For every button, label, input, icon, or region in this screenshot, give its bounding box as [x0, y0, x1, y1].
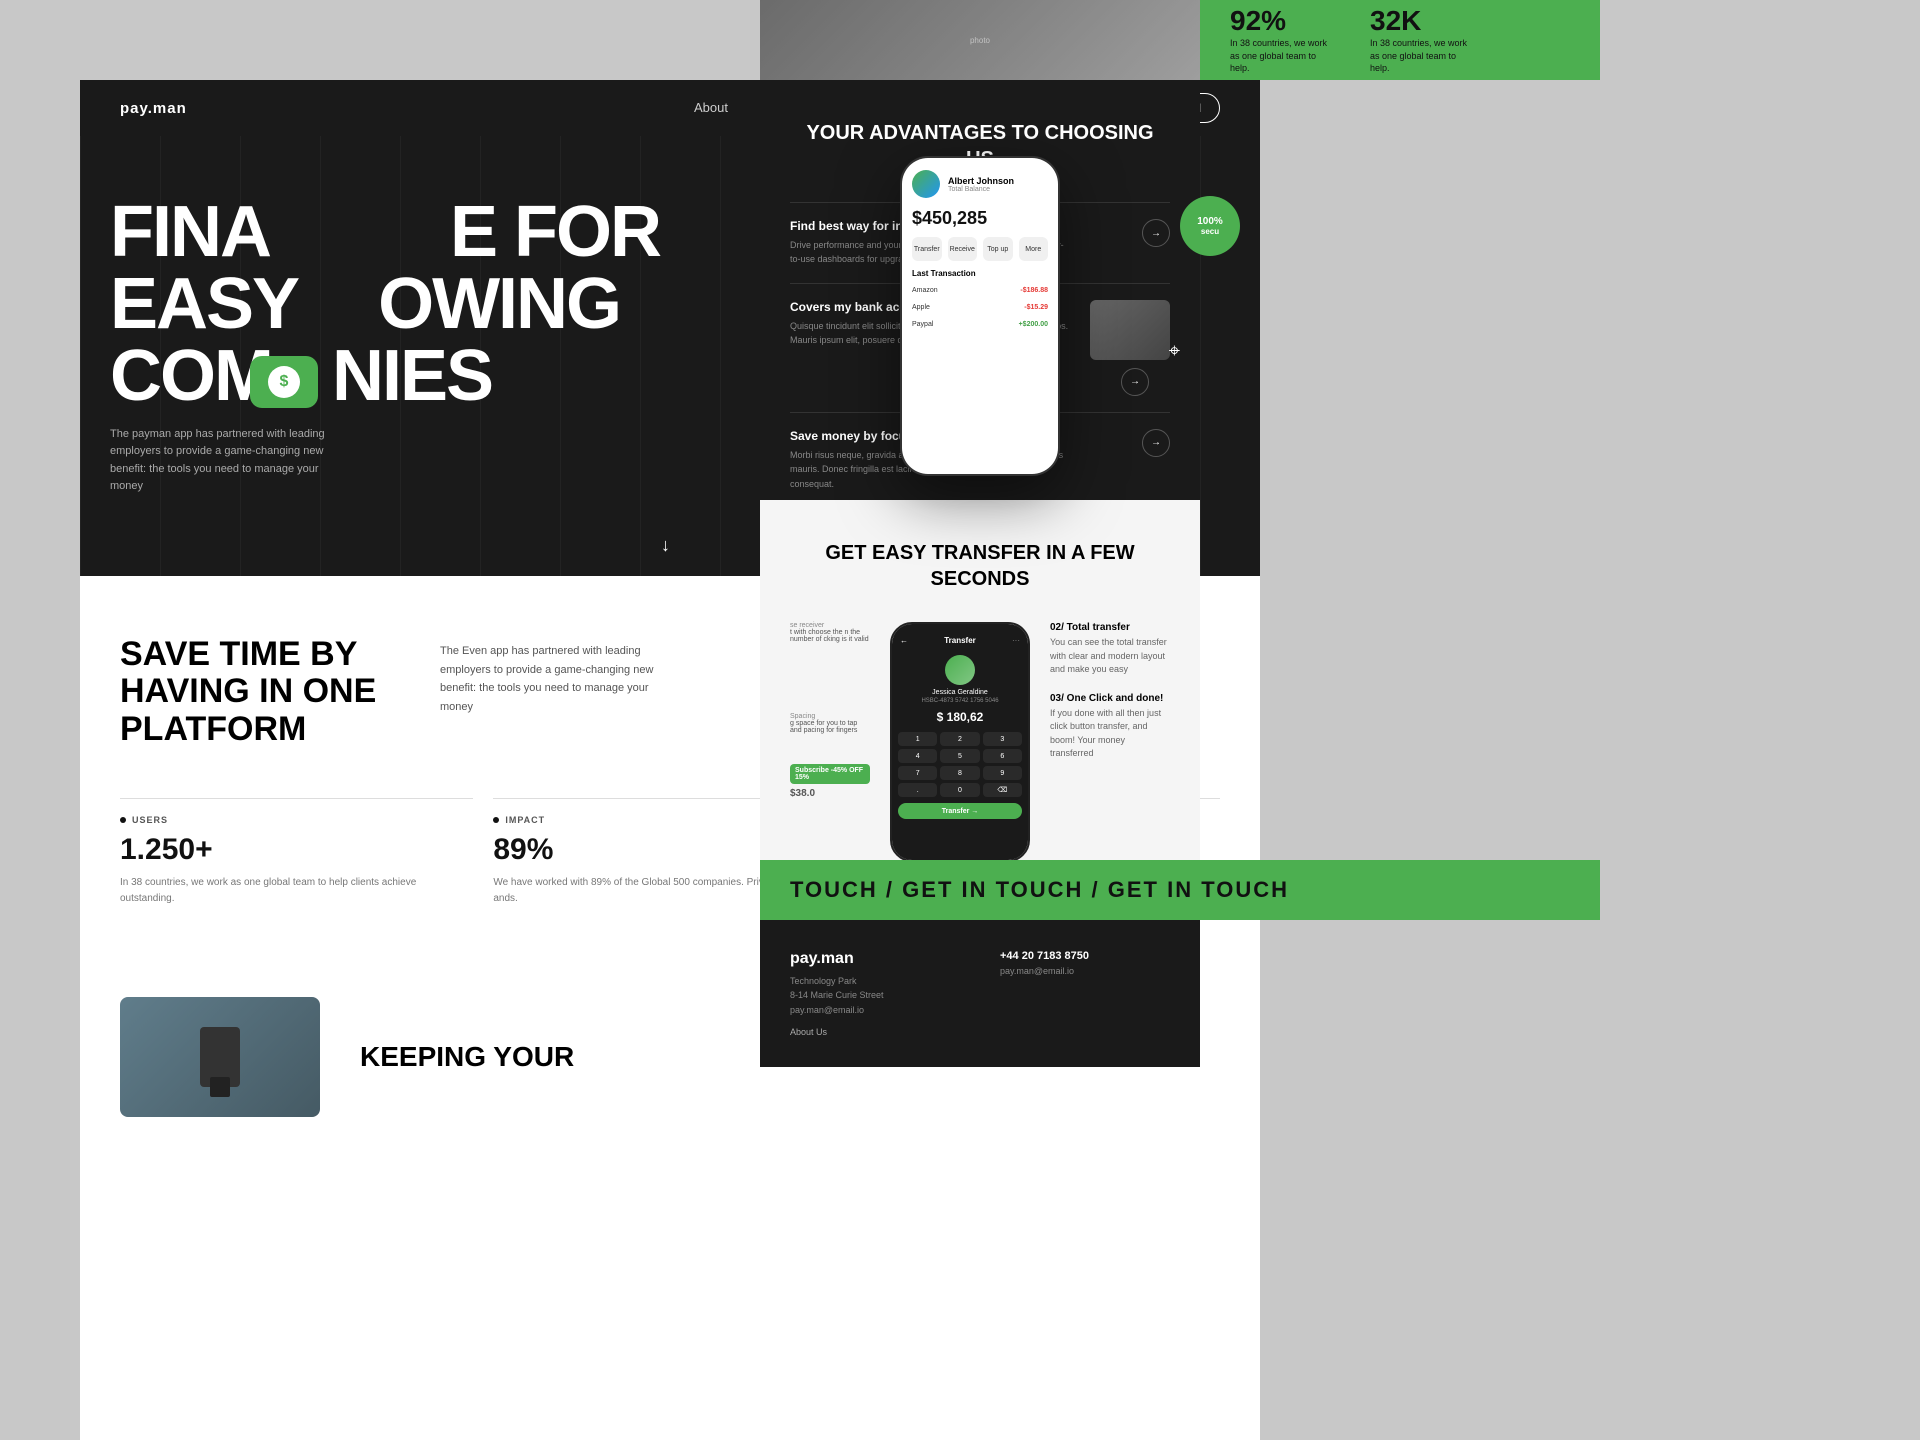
- transfer-step-2: 02/ Total transfer You can see the total…: [1050, 622, 1170, 677]
- stat-32k-value: 32K: [1370, 5, 1470, 37]
- keeping-title: KEEPING YOUR: [360, 1041, 574, 1073]
- transfer-amount: $ 180,62: [898, 710, 1022, 724]
- transfer-steps: 02/ Total transfer You can see the total…: [1050, 622, 1170, 761]
- transfer-step-2-title: 02/ Total transfer: [1050, 622, 1170, 633]
- hero-title: FINA E FOR EASYOWING COMNIES: [110, 196, 660, 412]
- phone-avatar: [912, 170, 940, 198]
- footer-email: pay.man@email.io: [1000, 966, 1160, 976]
- nav-about[interactable]: About: [694, 100, 728, 115]
- transfer-phone: ← Transfer ··· Jessica Geraldine HSBC-48…: [890, 622, 1030, 862]
- save-time-title: SAVE TIME BY HAVING IN ONE PLATFORM: [120, 636, 380, 748]
- transfer-step-3-desc: If you done with all then just click but…: [1050, 707, 1170, 761]
- stat-users-label: USERS: [120, 815, 473, 825]
- transfer-bank: HSBC-4873 5742 1756 5046: [898, 698, 1022, 704]
- phone-balance: $450,285: [912, 208, 1048, 229]
- tx-1: Amazon -$186.88: [912, 284, 1048, 297]
- annotation-spacing: Spacing g space for you to tap and pacin…: [790, 713, 870, 734]
- stat-users-value: 1.250+: [120, 833, 473, 867]
- phone-user-name: Albert Johnson: [948, 176, 1014, 186]
- stat-32k: 32K In 38 countries, we work as one glob…: [1370, 5, 1470, 75]
- annotation-receiver: se receiver t with choose the n the numb…: [790, 622, 870, 643]
- phone-more-btn[interactable]: More: [1019, 237, 1049, 261]
- tx-2: Apple -$15.29: [912, 301, 1048, 314]
- get-in-touch-text: TOUCH / GET IN TOUCH / GET IN TOUCH: [790, 877, 1289, 903]
- annotation-subscribe: Subscribe -45% OFF 15% $38.0: [790, 764, 870, 799]
- transfer-content: se receiver t with choose the n the numb…: [790, 622, 1170, 862]
- advantage-2-arrow[interactable]: →: [1121, 368, 1149, 396]
- keeping-image: [120, 997, 320, 1117]
- scroll-arrow[interactable]: ↓: [661, 535, 670, 556]
- save-time-desc: The Even app has partnered with leading …: [440, 636, 680, 717]
- footer-phone: +44 20 7183 8750: [1000, 950, 1160, 962]
- dollar-icon: $: [268, 366, 300, 398]
- phone-balance-label: Total Balance: [948, 186, 1014, 193]
- stat-users: USERS 1.250+ In 38 countries, we work as…: [120, 798, 473, 907]
- stat-92: 92% In 38 countries, we work as one glob…: [1230, 5, 1330, 75]
- transfer-step-3: 03/ One Click and done! If you done with…: [1050, 693, 1170, 761]
- transfer-recipient-name: Jessica Geraldine: [898, 689, 1022, 696]
- phone-receive-btn[interactable]: Receive: [948, 237, 978, 261]
- transfer-keypad: 1 2 3 4 5 6 7 8 9 . 0 ⌫: [898, 732, 1022, 797]
- tx-3: Paypal +$200.00: [912, 318, 1048, 331]
- stat-92-desc: In 38 countries, we work as one global t…: [1230, 37, 1330, 75]
- stats-top-bar: 92% In 38 countries, we work as one glob…: [1200, 0, 1600, 80]
- cursor-icon: ⌖: [1169, 340, 1180, 363]
- transfer-step-2-desc: You can see the total transfer with clea…: [1050, 636, 1170, 677]
- phone-actions: Transfer Receive Top up More: [912, 237, 1048, 261]
- phone-topup-btn[interactable]: Top up: [983, 237, 1013, 261]
- advantage-1-arrow[interactable]: →: [1142, 219, 1170, 247]
- hero-section: FINA E FOR EASYOWING COMNIES Albert John…: [80, 136, 1260, 576]
- hero-phone-mockup: Albert Johnson Total Balance $450,285 Tr…: [900, 156, 1100, 536]
- phone-transfer-btn[interactable]: Transfer: [912, 237, 942, 261]
- secure-badge: 100% secu: [1180, 196, 1240, 256]
- transfer-avatar: [945, 655, 975, 685]
- stat-92-value: 92%: [1230, 5, 1330, 37]
- stat-users-desc: In 38 countries, we work as one global t…: [120, 875, 473, 907]
- hero-description: The payman app has partnered with leadin…: [110, 426, 350, 496]
- get-in-touch-banner: TOUCH / GET IN TOUCH / GET IN TOUCH: [760, 860, 1600, 920]
- stat-32k-desc: In 38 countries, we work as one global t…: [1370, 37, 1470, 75]
- transfer-send-btn[interactable]: Transfer →: [898, 803, 1022, 819]
- advantage-3-arrow[interactable]: →: [1142, 429, 1170, 457]
- footer-about-link[interactable]: About Us: [790, 1027, 1170, 1037]
- footer-contact: +44 20 7183 8750 pay.man@email.io: [980, 920, 1180, 1020]
- hero-photo-strip: photo: [760, 0, 1200, 80]
- site-logo: pay.man: [120, 100, 187, 117]
- transfer-panel: GET EASY TRANSFER IN A FEW SECONDS se re…: [760, 500, 1200, 902]
- transfer-step-3-title: 03/ One Click and done!: [1050, 693, 1170, 704]
- phone-tx-title: Last Transaction: [912, 269, 1048, 278]
- transfer-title: GET EASY TRANSFER IN A FEW SECONDS: [790, 540, 1170, 592]
- dollar-badge: $: [250, 356, 318, 408]
